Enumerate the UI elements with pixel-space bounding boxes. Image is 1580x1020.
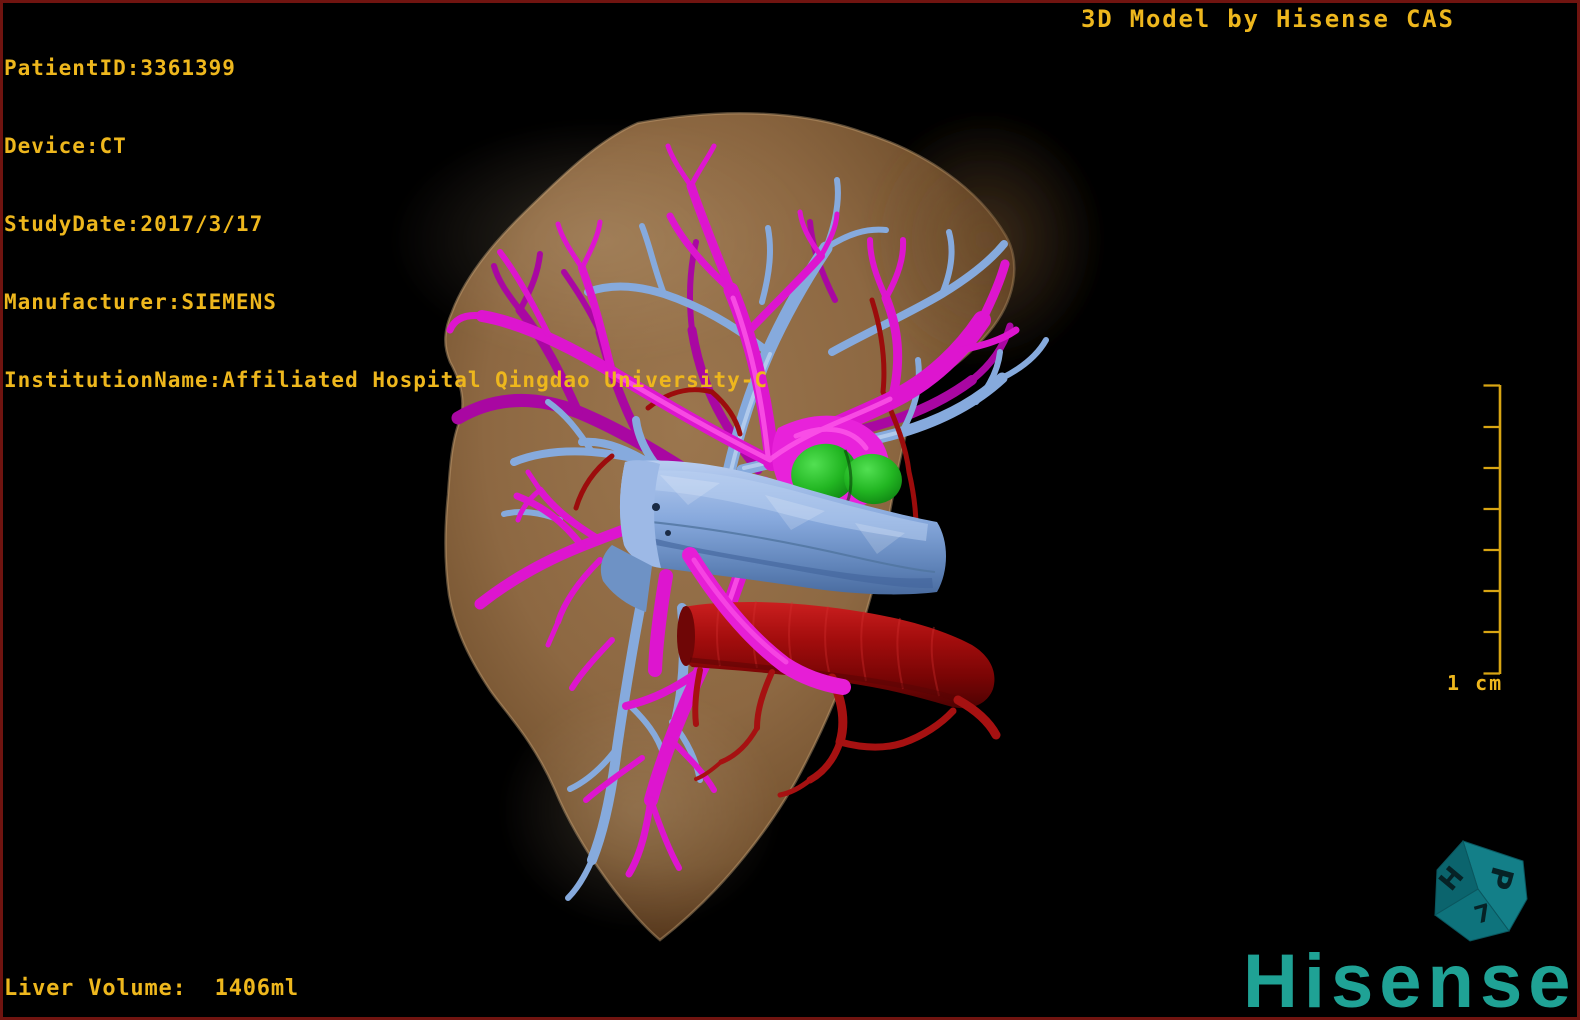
mesh-hole [665,530,671,536]
watermark-title: 3D Model by Hisense CAS [1081,5,1455,33]
artery-left-cap [677,606,695,666]
artery-branch [806,707,957,784]
study-date-line: StudyDate:2017/3/17 [4,212,264,236]
liver-bottom-sheen [500,690,780,930]
scale-bar-ticks [1483,384,1500,675]
scale-bar-label: 1 cm [1447,671,1504,695]
patient-id-line: PatientID:3361399 [4,56,236,80]
3d-viewer-viewport[interactable]: P H 7 PatientID:3361399 Device:CT StudyD… [0,0,1580,1020]
institution-line: InstitutionName:Affiliated Hospital Qing… [4,368,769,392]
manufacturer-line: Manufacturer:SIEMENS [4,290,277,314]
patient-info-block: PatientID:3361399 Device:CT StudyDate:20… [4,3,768,419]
mesh-hole [652,503,660,511]
hisense-logo: Hisense [1243,939,1577,1020]
liver-volume-readout: Liver Volume: 1406ml [4,976,299,1001]
orientation-cube[interactable]: P H 7 [1434,840,1528,942]
scale-bar [1483,384,1502,675]
device-line: Device:CT [4,134,127,158]
